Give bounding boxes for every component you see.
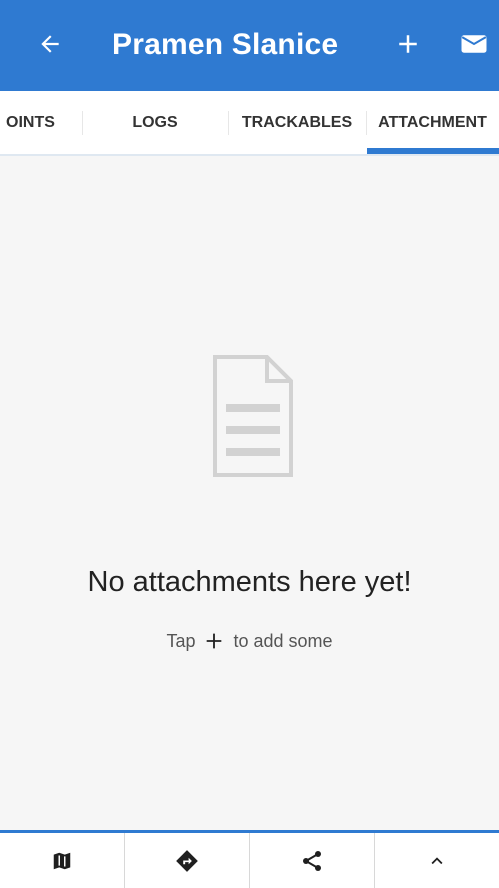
back-button[interactable] [28,22,72,66]
share-icon [303,850,321,871]
chevron-up-icon [431,856,443,864]
empty-state-hint: Tap to add some [0,630,499,652]
empty-state-title: No attachments here yet! [87,566,412,598]
add-button[interactable] [386,22,430,66]
screen: Pramen Slanice OINTS LOGS TRACKABLES ATT… [0,0,499,888]
hint-text-before: Tap [166,630,196,651]
document-icon [213,355,293,477]
bottom-action-bar [0,830,499,888]
tab-logs[interactable]: LOGS [82,91,228,154]
page-title: Pramen Slanice [112,28,339,61]
share-button[interactable] [250,833,374,888]
tab-points[interactable]: OINTS [0,91,82,154]
hint-text-after: to add some [233,630,333,651]
envelope-icon [461,35,487,53]
app-bar: Pramen Slanice [0,0,499,91]
arrow-left-icon [41,35,59,53]
navigate-icon [176,849,198,872]
map-button[interactable] [0,833,124,888]
expand-button[interactable] [375,833,499,888]
navigate-button[interactable] [125,833,249,888]
plus-icon [203,630,225,652]
plus-icon [399,35,417,53]
active-tab-indicator [367,148,499,154]
tab-trackables[interactable]: TRACKABLES [228,91,366,154]
tab-bar: OINTS LOGS TRACKABLES ATTACHMENT [0,91,499,156]
tab-attachment[interactable]: ATTACHMENT [366,91,499,154]
map-icon [53,852,71,869]
mail-button[interactable] [452,22,496,66]
